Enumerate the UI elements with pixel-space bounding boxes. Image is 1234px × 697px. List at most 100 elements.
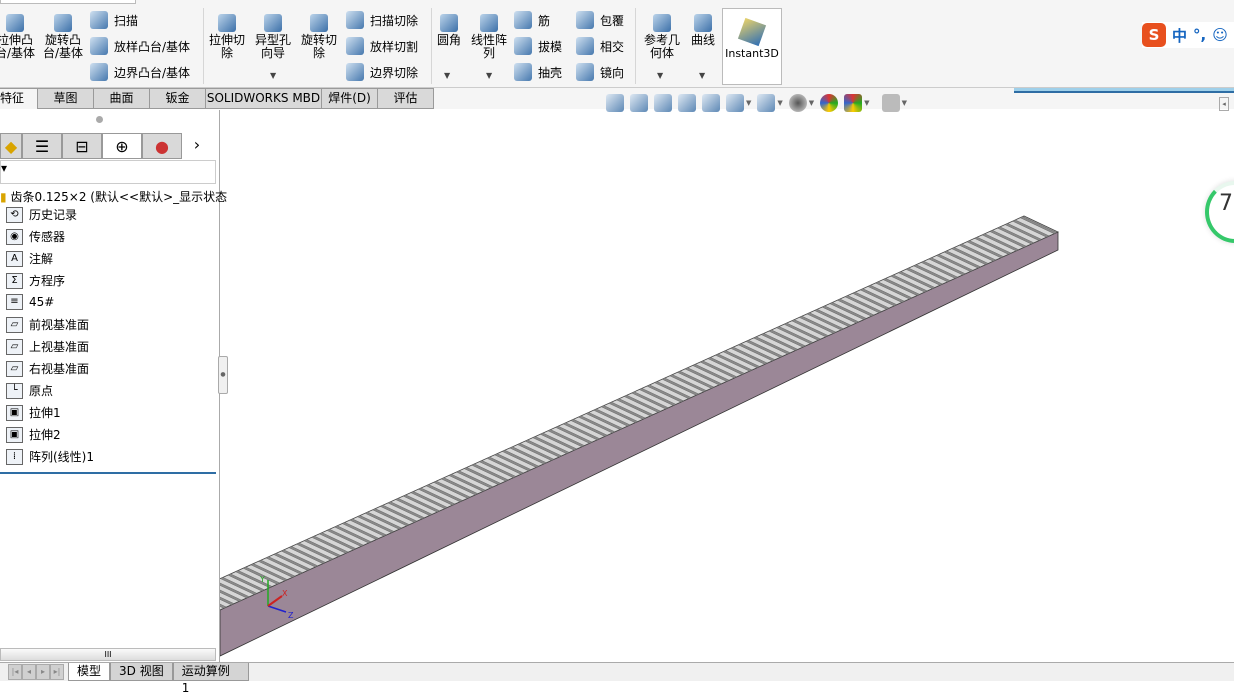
part-icon: ▮ xyxy=(0,190,7,204)
tree-item[interactable]: Σ 方程序 xyxy=(6,272,65,289)
intersect-button[interactable]: 相交 xyxy=(576,37,624,55)
graphics-viewport[interactable]: Y X Z xyxy=(220,110,1234,662)
tab-property-manager[interactable]: ☰ xyxy=(22,133,62,159)
panel-horizontal-scrollbar[interactable]: III xyxy=(0,648,216,661)
tree-item[interactable]: ≡ 45# xyxy=(6,294,54,310)
ime-punct[interactable]: °, xyxy=(1193,26,1206,44)
revolve-cut-icon xyxy=(310,14,328,32)
tab-display-manager[interactable]: ● xyxy=(142,133,182,159)
tree-item[interactable]: ▣ 拉伸1 xyxy=(6,404,61,421)
mirror-button[interactable]: 镜向 xyxy=(576,63,624,81)
tab-configuration-manager[interactable]: ⊟ xyxy=(62,133,102,159)
pattern-dropdown[interactable]: ▼ xyxy=(486,71,492,80)
hole-wizard-dropdown[interactable]: ▼ xyxy=(270,71,276,80)
mirror-icon xyxy=(576,63,594,81)
gear-rack-model xyxy=(220,215,1059,657)
hole-wizard-icon xyxy=(264,14,282,32)
extrude-cut-button[interactable]: 拉伸切 除 xyxy=(206,14,248,60)
reference-geometry-button[interactable]: 参考几 何体 xyxy=(640,14,684,60)
rib-button[interactable]: 筋 xyxy=(514,11,550,29)
task-pane-toggle[interactable]: ◂ xyxy=(1219,97,1229,111)
tab-model[interactable]: 模型 xyxy=(68,663,111,681)
tree-item-label: 历史记录 xyxy=(29,208,78,222)
command-manager-ribbon: 拉伸凸 台/基体 旋转凸 台/基体 扫描 放样凸台/基体 边界凸台/基体 拉伸切… xyxy=(0,0,1234,88)
revolve-cut-button[interactable]: 旋转切 除 xyxy=(298,14,340,60)
chevron-down-icon[interactable]: ▼ xyxy=(902,99,907,107)
filter-icon: ▾ xyxy=(1,161,8,175)
curves-icon xyxy=(694,14,712,32)
tree-item-label: 前视基准面 xyxy=(29,318,90,332)
boundary-boss-button[interactable]: 边界凸台/基体 xyxy=(90,63,190,81)
tree-item[interactable]: ▱ 右视基准面 xyxy=(6,360,89,377)
reference-geometry-dropdown[interactable]: ▼ xyxy=(657,71,663,80)
swept-cut-button[interactable]: 扫描切除 xyxy=(346,11,418,29)
sweep-icon xyxy=(90,11,108,29)
tree-item[interactable]: ▱ 上视基准面 xyxy=(6,338,89,355)
equation-icon: Σ xyxy=(6,272,23,289)
rack-side-face xyxy=(220,231,1059,657)
tab-3d-views[interactable]: 3D 视图 xyxy=(110,663,173,681)
next-tab-nav[interactable]: ▸ xyxy=(36,664,50,680)
extrude-boss-button[interactable]: 拉伸凸 台/基体 xyxy=(0,14,36,60)
panel-grip[interactable] xyxy=(96,116,103,123)
tree-filter-input[interactable]: ▾ xyxy=(0,160,216,184)
tab-dimxpert-manager[interactable]: ⊕ xyxy=(102,133,142,159)
loft-boss-button[interactable]: 放样凸台/基体 xyxy=(90,37,190,55)
boundary-cut-button[interactable]: 边界切除 xyxy=(346,63,418,81)
ime-logo-icon: S xyxy=(1142,23,1166,47)
tab-mbd[interactable]: SOLIDWORKS MBD xyxy=(206,88,322,109)
ime-toolbar[interactable]: S 中 °, ☺ xyxy=(1142,22,1234,48)
tree-item[interactable]: └ 原点 xyxy=(6,382,53,399)
tree-item[interactable]: ▱ 前视基准面 xyxy=(6,316,89,333)
draft-button[interactable]: 拔模 xyxy=(514,37,562,55)
divider xyxy=(203,8,204,84)
linear-pattern-icon: ⁞ xyxy=(6,448,23,465)
tree-root-part[interactable]: ▮ 齿条0.125×2 (默认<<默认>_显示状态 xyxy=(0,188,227,205)
chevron-down-icon[interactable]: ▼ xyxy=(746,99,751,107)
tree-item[interactable]: ⁞ 阵列(线性)1 xyxy=(6,448,94,465)
tab-sketch[interactable]: 草图 xyxy=(38,88,94,109)
tab-features[interactable]: 特征 xyxy=(0,88,38,109)
tree-item-label: 阵列(线性)1 xyxy=(29,450,94,464)
chevron-down-icon[interactable]: ▼ xyxy=(864,99,869,107)
fillet-dropdown[interactable]: ▼ xyxy=(444,71,450,80)
last-tab-nav[interactable]: ▸| xyxy=(50,664,64,680)
sweep-button[interactable]: 扫描 xyxy=(90,11,138,29)
instant3d-button[interactable]: Instant3D xyxy=(722,8,782,85)
tree-item-label: 注解 xyxy=(29,252,54,266)
tree-item[interactable]: A 注解 xyxy=(6,250,53,267)
revolve-boss-button[interactable]: 旋转凸 台/基体 xyxy=(42,14,84,60)
first-tab-nav[interactable]: |◂ xyxy=(8,664,22,680)
title-strip xyxy=(0,0,136,4)
triad-x-label: X xyxy=(282,589,288,598)
tab-sheet-metal[interactable]: 钣金 xyxy=(150,88,206,109)
lofted-cut-button[interactable]: 放样切割 xyxy=(346,37,418,55)
tree-item[interactable]: ▣ 拉伸2 xyxy=(6,426,61,443)
curves-button[interactable]: 曲线 xyxy=(688,14,718,47)
history-icon: ⟲ xyxy=(6,206,23,223)
chevron-down-icon[interactable]: ▼ xyxy=(777,99,782,107)
tree-item[interactable]: ⟲ 历史记录 xyxy=(6,206,77,223)
tab-motion-study[interactable]: 运动算例 1 xyxy=(172,663,249,695)
linear-pattern-button[interactable]: 线性阵 列 xyxy=(468,14,510,60)
ime-emoji-icon[interactable]: ☺ xyxy=(1212,26,1228,44)
hole-wizard-button[interactable]: 异型孔 向导 xyxy=(252,14,294,60)
chevron-down-icon[interactable]: ▼ xyxy=(809,99,814,107)
tab-feature-manager[interactable]: ◆ xyxy=(0,133,22,159)
revolve-boss-icon xyxy=(54,14,72,32)
tab-evaluate[interactable]: 评估 xyxy=(378,88,434,109)
rollback-bar[interactable] xyxy=(0,472,216,474)
origin-icon: └ xyxy=(6,382,23,399)
ime-mode[interactable]: 中 xyxy=(1172,25,1187,46)
shell-button[interactable]: 抽壳 xyxy=(514,63,562,81)
tree-item[interactable]: ◉ 传感器 xyxy=(6,228,65,245)
panel-more-chevron[interactable]: › xyxy=(182,133,212,159)
fillet-button[interactable]: 圆角 xyxy=(434,14,464,47)
curves-dropdown[interactable]: ▼ xyxy=(699,71,705,80)
prev-tab-nav[interactable]: ◂ xyxy=(22,664,36,680)
wrap-button[interactable]: 包覆 xyxy=(576,11,624,29)
tab-weldments[interactable]: 焊件(D) xyxy=(322,88,378,109)
extrude-icon: ▣ xyxy=(6,426,23,443)
window-accent-bar xyxy=(1014,88,1234,93)
tab-surfaces[interactable]: 曲面 xyxy=(94,88,150,109)
